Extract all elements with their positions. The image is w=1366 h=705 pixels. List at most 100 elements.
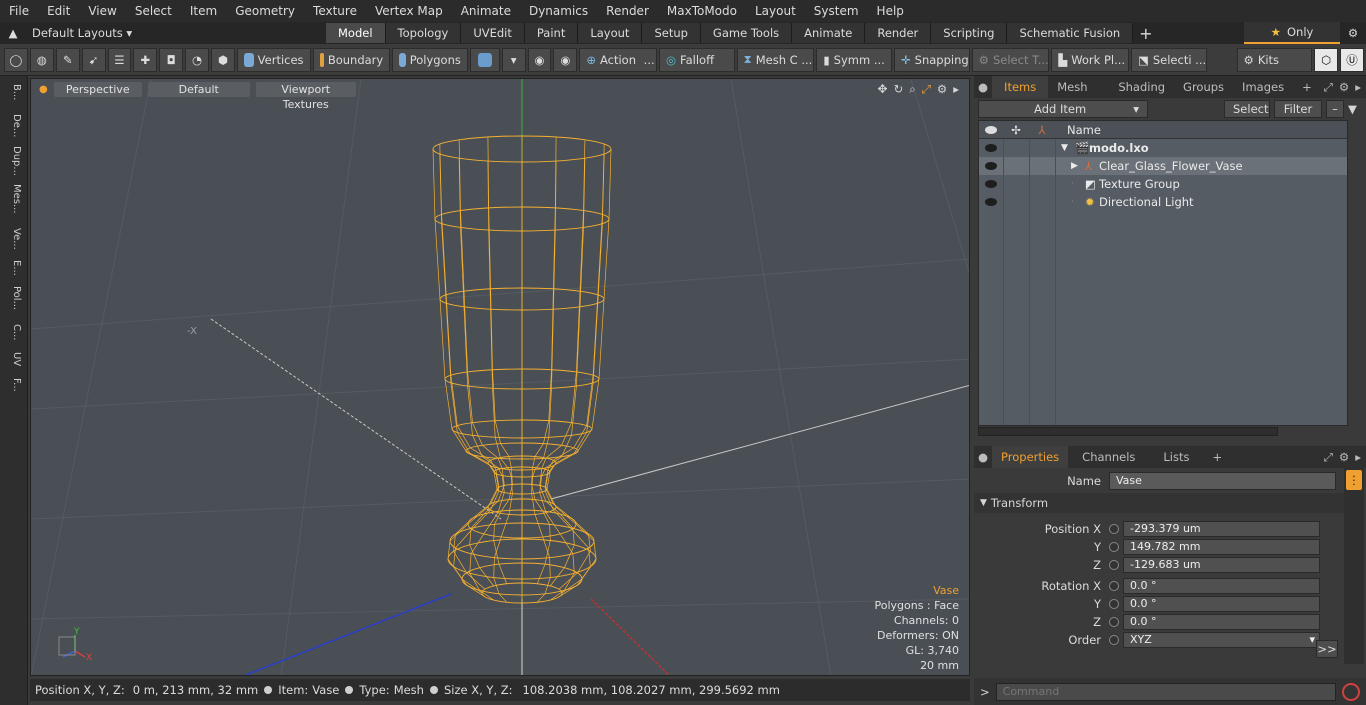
properties-menu-button[interactable]: ⋮ xyxy=(1346,470,1362,490)
menu-item[interactable]: Item xyxy=(181,0,226,22)
command-input[interactable] xyxy=(995,682,1336,701)
maximize-icon[interactable]: ⤢ xyxy=(922,82,931,97)
circle-select-icon[interactable]: ◯ xyxy=(4,47,28,72)
layout-preset-dropdown[interactable]: Default Layouts ▾ xyxy=(26,22,326,44)
frame-icon[interactable]: ◘ xyxy=(159,47,184,72)
left-tab-curve[interactable]: C... xyxy=(4,324,22,341)
menu-dynamics[interactable]: Dynamics xyxy=(520,0,597,22)
item-mode-icon[interactable]: ⬢ xyxy=(211,47,235,72)
viewport-more-icon[interactable]: ▸ xyxy=(953,82,959,96)
panel-gear-icon[interactable]: ⚙ xyxy=(1336,446,1352,468)
menu-vertex-map[interactable]: Vertex Map xyxy=(366,0,452,22)
panel-more-icon[interactable]: ▸ xyxy=(1352,446,1366,468)
collapse-arrow-icon[interactable]: ▼ xyxy=(1061,143,1075,153)
rotation-y-field[interactable]: 0.0 ° xyxy=(1123,595,1320,612)
position-z-field[interactable]: -129.683 um xyxy=(1123,556,1320,573)
tab-shading[interactable]: Shading xyxy=(1109,76,1174,98)
tab-layout[interactable]: Layout xyxy=(578,23,643,43)
tree-row-scene[interactable]: ▼ 🎬 modo.lxo xyxy=(979,139,1347,157)
key-icon[interactable] xyxy=(1109,541,1119,552)
left-tab-vertex[interactable]: Ve... xyxy=(4,228,22,250)
only-toggle[interactable]: ★ Only xyxy=(1244,22,1340,44)
rotation-x-field[interactable]: 0.0 ° xyxy=(1123,577,1320,594)
menu-select[interactable]: Select xyxy=(126,0,181,22)
viewport-gear-icon[interactable]: ⚙ xyxy=(937,82,947,96)
tab-topology[interactable]: Topology xyxy=(385,23,462,43)
key-icon[interactable] xyxy=(1109,616,1119,627)
tab-model[interactable]: Model xyxy=(326,23,386,43)
rotate-icon[interactable]: ◔ xyxy=(185,47,209,72)
tree-row-light[interactable]: · ✹ Directional Light xyxy=(979,193,1347,211)
add-panel-tab-icon[interactable]: + xyxy=(1204,446,1232,468)
snap-sphere2-icon[interactable]: ◉ xyxy=(553,47,578,72)
tab-scripting[interactable]: Scripting xyxy=(931,23,1008,43)
snap-sphere-icon[interactable]: ◉ xyxy=(527,47,552,72)
menu-file[interactable]: File xyxy=(0,0,38,22)
left-tab-fusion[interactable]: F... xyxy=(4,378,22,392)
left-tab-duplicate[interactable]: Dup... xyxy=(4,146,22,176)
selection-sets-button[interactable]: ⬔ Selecti ... xyxy=(1130,47,1207,72)
eye-icon[interactable] xyxy=(979,162,1003,170)
panel-gear-icon[interactable]: ⚙ xyxy=(1336,76,1352,98)
layout-menu-icon[interactable]: ▲ xyxy=(0,22,26,44)
tab-mesh-ops[interactable]: Mesh Ops xyxy=(1048,76,1109,116)
work-plane-button[interactable]: ▙ Work Pl... xyxy=(1051,47,1129,72)
key-icon[interactable] xyxy=(1109,598,1119,609)
position-x-field[interactable]: -293.379 um xyxy=(1123,520,1320,537)
gear-icon[interactable]: ⚙ xyxy=(1340,22,1366,44)
menu-edit[interactable]: Edit xyxy=(38,0,79,22)
menu-view[interactable]: View xyxy=(79,0,125,22)
tab-paint[interactable]: Paint xyxy=(524,23,579,43)
menu-layout[interactable]: Layout xyxy=(746,0,805,22)
filter-button[interactable]: Filter xyxy=(1274,99,1322,118)
action-center-button[interactable]: ⊕ Action ... xyxy=(579,47,657,72)
menu-animate[interactable]: Animate xyxy=(452,0,520,22)
position-y-field[interactable]: 149.782 mm xyxy=(1123,538,1320,555)
funnel-icon[interactable]: ▼ xyxy=(1348,102,1362,116)
boundary-button[interactable]: Boundary xyxy=(312,47,391,72)
menu-help[interactable]: Help xyxy=(868,0,913,22)
tab-render[interactable]: Render xyxy=(865,23,932,43)
symmetry-button[interactable]: ▮ Symm ... xyxy=(816,47,892,72)
viewport-menu-dot[interactable]: ● xyxy=(39,84,48,95)
left-tab-mesh-edit[interactable]: Mes... xyxy=(4,184,22,214)
center-icon[interactable]: ✚ xyxy=(133,47,158,72)
dropdown-icon[interactable]: ▾ xyxy=(501,47,526,72)
3d-viewport[interactable]: -X Y X ● Perspective Default Viewport Te… xyxy=(30,78,970,676)
key-icon[interactable] xyxy=(1109,580,1119,591)
menu-render[interactable]: Render xyxy=(597,0,658,22)
falloff-button[interactable]: ◎ Falloff xyxy=(659,47,735,72)
add-panel-tab-icon[interactable]: + xyxy=(1293,76,1321,98)
more-properties-button[interactable]: >> xyxy=(1316,640,1338,658)
panel-dot[interactable]: ● xyxy=(974,76,992,98)
transform-section[interactable]: ▼ Transform xyxy=(974,493,1344,513)
view-perspective-dropdown[interactable]: Perspective xyxy=(53,81,142,97)
globe-icon[interactable]: ◍ xyxy=(29,47,54,72)
key-icon[interactable] xyxy=(1109,634,1119,645)
unity-icon[interactable]: ⬡ xyxy=(1314,47,1339,72)
record-icon[interactable] xyxy=(1341,682,1360,701)
rotation-z-field[interactable]: 0.0 ° xyxy=(1123,613,1320,630)
pan-icon[interactable]: ✥ xyxy=(878,82,888,96)
menu-texture[interactable]: Texture xyxy=(304,0,366,22)
tab-game-tools[interactable]: Game Tools xyxy=(700,23,793,43)
shading-dropdown[interactable]: Default xyxy=(147,81,250,97)
expand-arrow-icon[interactable]: ▶ xyxy=(1071,161,1085,171)
tab-schematic-fusion[interactable]: Schematic Fusion xyxy=(1007,23,1134,43)
menu-maxtomodo[interactable]: MaxToModo xyxy=(658,0,746,22)
eye-icon[interactable] xyxy=(979,198,1003,206)
tab-items[interactable]: Items xyxy=(992,76,1049,98)
left-tab-edge[interactable]: E... xyxy=(4,260,22,276)
menu-geometry[interactable]: Geometry xyxy=(226,0,304,22)
name-field[interactable]: Vase xyxy=(1109,472,1336,490)
tab-properties[interactable]: Properties xyxy=(992,446,1069,468)
orbit-icon[interactable]: ↻ xyxy=(894,82,904,96)
material-icon[interactable] xyxy=(469,47,500,72)
select-through-button[interactable]: ⚙ Select T... xyxy=(971,47,1050,72)
unreal-icon[interactable]: Ⓤ xyxy=(1340,47,1364,72)
mesh-constraint-button[interactable]: ⧗ Mesh C ... xyxy=(736,47,815,72)
item-list-scrollbar[interactable] xyxy=(978,427,1278,436)
key-icon[interactable] xyxy=(1109,559,1119,570)
key-icon[interactable] xyxy=(1109,523,1119,534)
expand-panel-icon[interactable]: ⤢ xyxy=(1321,76,1336,98)
